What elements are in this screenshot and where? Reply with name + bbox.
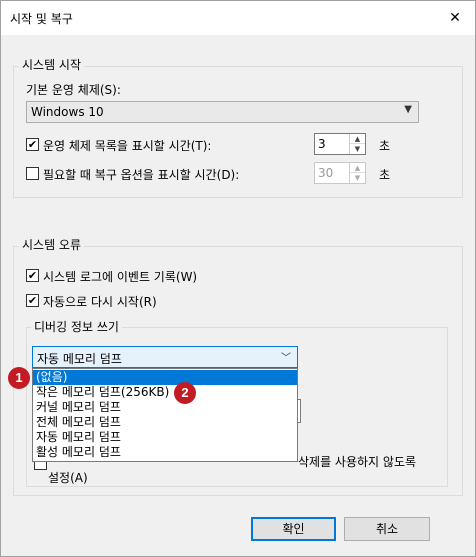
startup-recovery-dialog: 시작 및 복구 ✕ 시스템 시작 기본 운영 체제(S): Windows 10… [0,0,476,557]
title-bar: 시작 및 복구 ✕ [1,1,475,35]
show-recovery-label: 필요할 때 복구 옵션을 표시할 시간(D): [43,168,240,182]
auto-restart-label: 자동으로 다시 시작(R) [43,295,157,309]
debug-info-dropdown: (없음) 작은 메모리 덤프(256KB) 커널 메모리 덤프 전체 메모리 덤… [32,368,298,462]
show-os-list-label: 운영 체제 목록을 표시할 시간(T): [43,139,212,153]
close-icon[interactable]: ✕ [441,7,469,29]
annotation-badge-2: 2 [174,382,196,404]
default-os-select[interactable]: Windows 10 ▼ [26,101,419,123]
ok-button[interactable]: 확인 [251,517,336,541]
default-os-value: Windows 10 [31,105,104,119]
spinner-buttons: ▲ ▼ [349,134,365,154]
show-recovery-checkbox[interactable] [26,167,39,180]
system-failure-legend: 시스템 오류 [19,238,85,252]
option-automatic-dump[interactable]: 자동 메모리 덤프 [33,430,297,445]
default-os-label: 기본 운영 체제(S): [26,83,121,97]
show-os-list-checkbox[interactable]: ✔ [26,138,39,151]
dialog-title: 시작 및 복구 [10,12,73,26]
show-recovery-value: 30 [318,166,334,180]
debug-info-selected: 자동 메모리 덤프 [37,352,122,366]
arrow-down-icon: ▼ [354,174,361,182]
show-os-list-value: 3 [318,137,326,151]
arrow-up-icon: ▲ [350,163,365,173]
option-active-dump[interactable]: 활성 메모리 덤프 [33,445,297,460]
system-startup-legend: 시스템 시작 [19,58,85,72]
option-none[interactable]: (없음) [33,370,297,385]
option-complete-dump[interactable]: 전체 메모리 덤프 [33,415,297,430]
option-small-dump[interactable]: 작은 메모리 덤프(256KB) [33,385,297,400]
disable-auto-delete-text: 삭제를 사용하지 않도록 [298,455,417,469]
debug-info-legend: 디버깅 정보 쓰기 [31,320,122,334]
option-kernel-dump[interactable]: 커널 메모리 덤프 [33,400,297,415]
write-event-checkbox[interactable]: ✔ [26,269,39,282]
show-recovery-spinner: 30 ▲ ▼ [314,162,366,184]
auto-restart-checkbox[interactable]: ✔ [26,294,39,307]
show-recovery-unit: 초 [379,168,391,182]
arrow-up-icon[interactable]: ▲ [350,134,365,144]
show-os-list-spinner[interactable]: 3 ▲ ▼ [314,133,366,155]
debug-info-select[interactable]: 자동 메모리 덤프 ﹀ [32,346,298,368]
show-os-list-unit: 초 [379,139,391,153]
arrow-down-icon[interactable]: ▼ [350,144,365,154]
cancel-button[interactable]: 취소 [344,517,430,541]
spinner-buttons: ▲ ▼ [349,163,365,183]
disable-auto-delete-setting: 설정(A) [48,471,88,485]
chevron-down-icon: ﹀ [281,353,291,364]
write-event-label: 시스템 로그에 이벤트 기록(W) [43,270,198,284]
annotation-badge-1: 1 [8,367,30,389]
chevron-down-icon: ▼ [404,104,412,115]
